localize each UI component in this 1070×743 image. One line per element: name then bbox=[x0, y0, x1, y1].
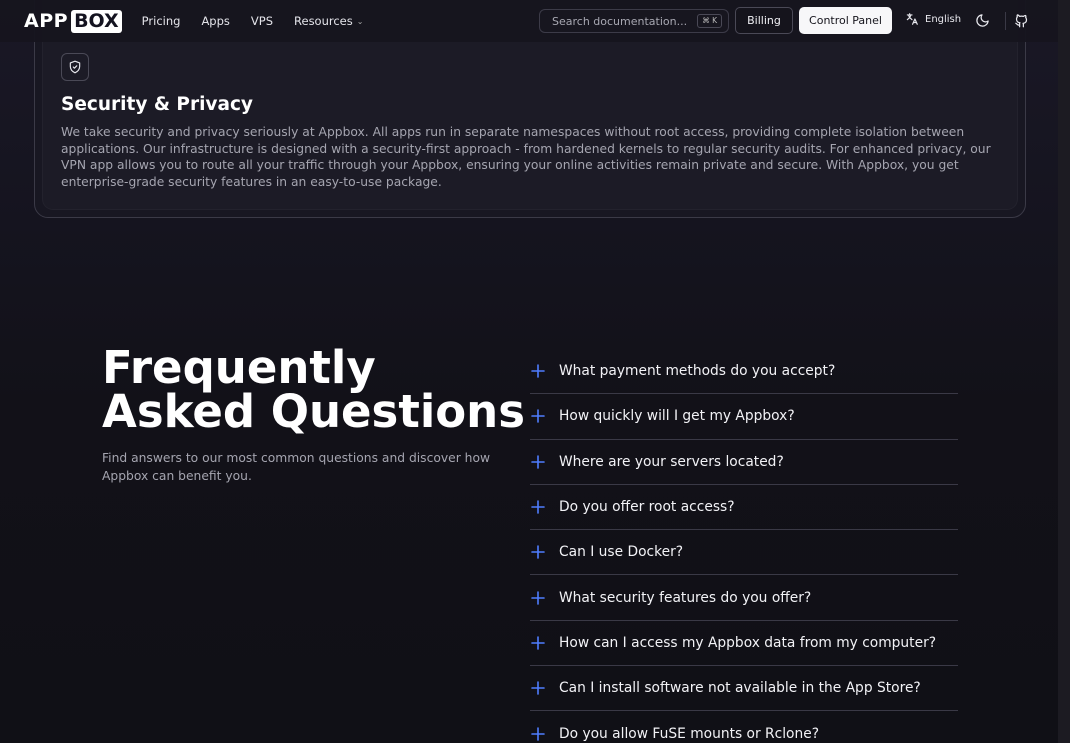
plus-icon bbox=[530, 542, 559, 562]
nav-vps[interactable]: VPS bbox=[251, 14, 273, 28]
faq-question: Can I install software not available in … bbox=[559, 680, 921, 697]
faq-list: What payment methods do you accept? How q… bbox=[530, 349, 958, 743]
feature-card-title: Security & Privacy bbox=[61, 94, 253, 115]
github-icon bbox=[1015, 14, 1028, 28]
faq-item[interactable]: What security features do you offer? bbox=[530, 575, 958, 621]
logo-text-app: APP bbox=[24, 10, 69, 32]
header-divider bbox=[1005, 12, 1006, 30]
shield-icon-box bbox=[61, 53, 89, 81]
github-link[interactable] bbox=[1014, 13, 1029, 32]
faq-question: What security features do you offer? bbox=[559, 589, 812, 606]
control-panel-button[interactable]: Control Panel bbox=[799, 7, 892, 34]
moon-icon bbox=[976, 14, 989, 27]
faq-item[interactable]: Can I install software not available in … bbox=[530, 666, 958, 712]
faq-heading: Frequently Asked Questions bbox=[102, 341, 525, 438]
language-label: English bbox=[925, 13, 962, 25]
faq-question: Do you allow FuSE mounts or Rclone? bbox=[559, 725, 820, 742]
language-selector[interactable]: English bbox=[905, 12, 961, 26]
nav-resources-label: Resources bbox=[294, 14, 353, 28]
shield-check-icon bbox=[69, 60, 81, 74]
faq-question: What payment methods do you accept? bbox=[559, 363, 836, 380]
faq-item[interactable]: How can I access my Appbox data from my … bbox=[530, 621, 958, 667]
theme-toggle[interactable] bbox=[975, 13, 990, 32]
nav-apps[interactable]: Apps bbox=[201, 14, 229, 28]
top-navbar: APP BOX Pricing Apps VPS Resources ⌄ bbox=[0, 0, 1058, 42]
appbox-logo[interactable]: APP BOX bbox=[24, 9, 122, 33]
faq-item[interactable]: Can I use Docker? bbox=[530, 530, 958, 576]
page-scrollbar[interactable] bbox=[1058, 0, 1070, 743]
feature-card-description: We take security and privacy seriously a… bbox=[61, 125, 991, 189]
search-placeholder: Search documentation... bbox=[552, 14, 688, 28]
faq-question: Where are your servers located? bbox=[559, 453, 784, 470]
keyboard-shortcut-badge: ⌘ K bbox=[697, 14, 722, 28]
plus-icon bbox=[530, 361, 559, 381]
plus-icon bbox=[530, 406, 559, 426]
nav-pricing[interactable]: Pricing bbox=[142, 14, 181, 28]
search-input[interactable]: Search documentation... ⌘ K bbox=[539, 9, 729, 33]
faq-item[interactable]: Where are your servers located? bbox=[530, 440, 958, 485]
translate-icon bbox=[906, 13, 918, 25]
faq-item[interactable]: How quickly will I get my Appbox? bbox=[530, 394, 958, 440]
plus-icon bbox=[530, 724, 559, 743]
faq-item[interactable]: Do you offer root access? bbox=[530, 485, 958, 531]
billing-button[interactable]: Billing bbox=[735, 7, 793, 34]
faq-subtitle: Find answers to our most common question… bbox=[102, 451, 491, 483]
faq-question: Can I use Docker? bbox=[559, 544, 684, 561]
faq-question: How can I access my Appbox data from my … bbox=[559, 634, 937, 651]
main-nav: Pricing Apps VPS Resources ⌄ bbox=[142, 14, 385, 28]
plus-icon bbox=[530, 678, 559, 698]
faq-item[interactable]: What payment methods do you accept? bbox=[530, 349, 958, 395]
logo-text-box: BOX bbox=[71, 9, 122, 33]
plus-icon bbox=[530, 497, 559, 517]
faq-question: Do you offer root access? bbox=[559, 499, 735, 516]
faq-question: How quickly will I get my Appbox? bbox=[559, 408, 795, 425]
plus-icon bbox=[530, 588, 559, 608]
nav-resources[interactable]: Resources ⌄ bbox=[294, 14, 363, 28]
plus-icon bbox=[530, 452, 559, 472]
plus-icon bbox=[530, 633, 559, 653]
faq-item[interactable]: Do you allow FuSE mounts or Rclone? bbox=[530, 711, 958, 743]
chevron-down-icon: ⌄ bbox=[356, 16, 364, 26]
